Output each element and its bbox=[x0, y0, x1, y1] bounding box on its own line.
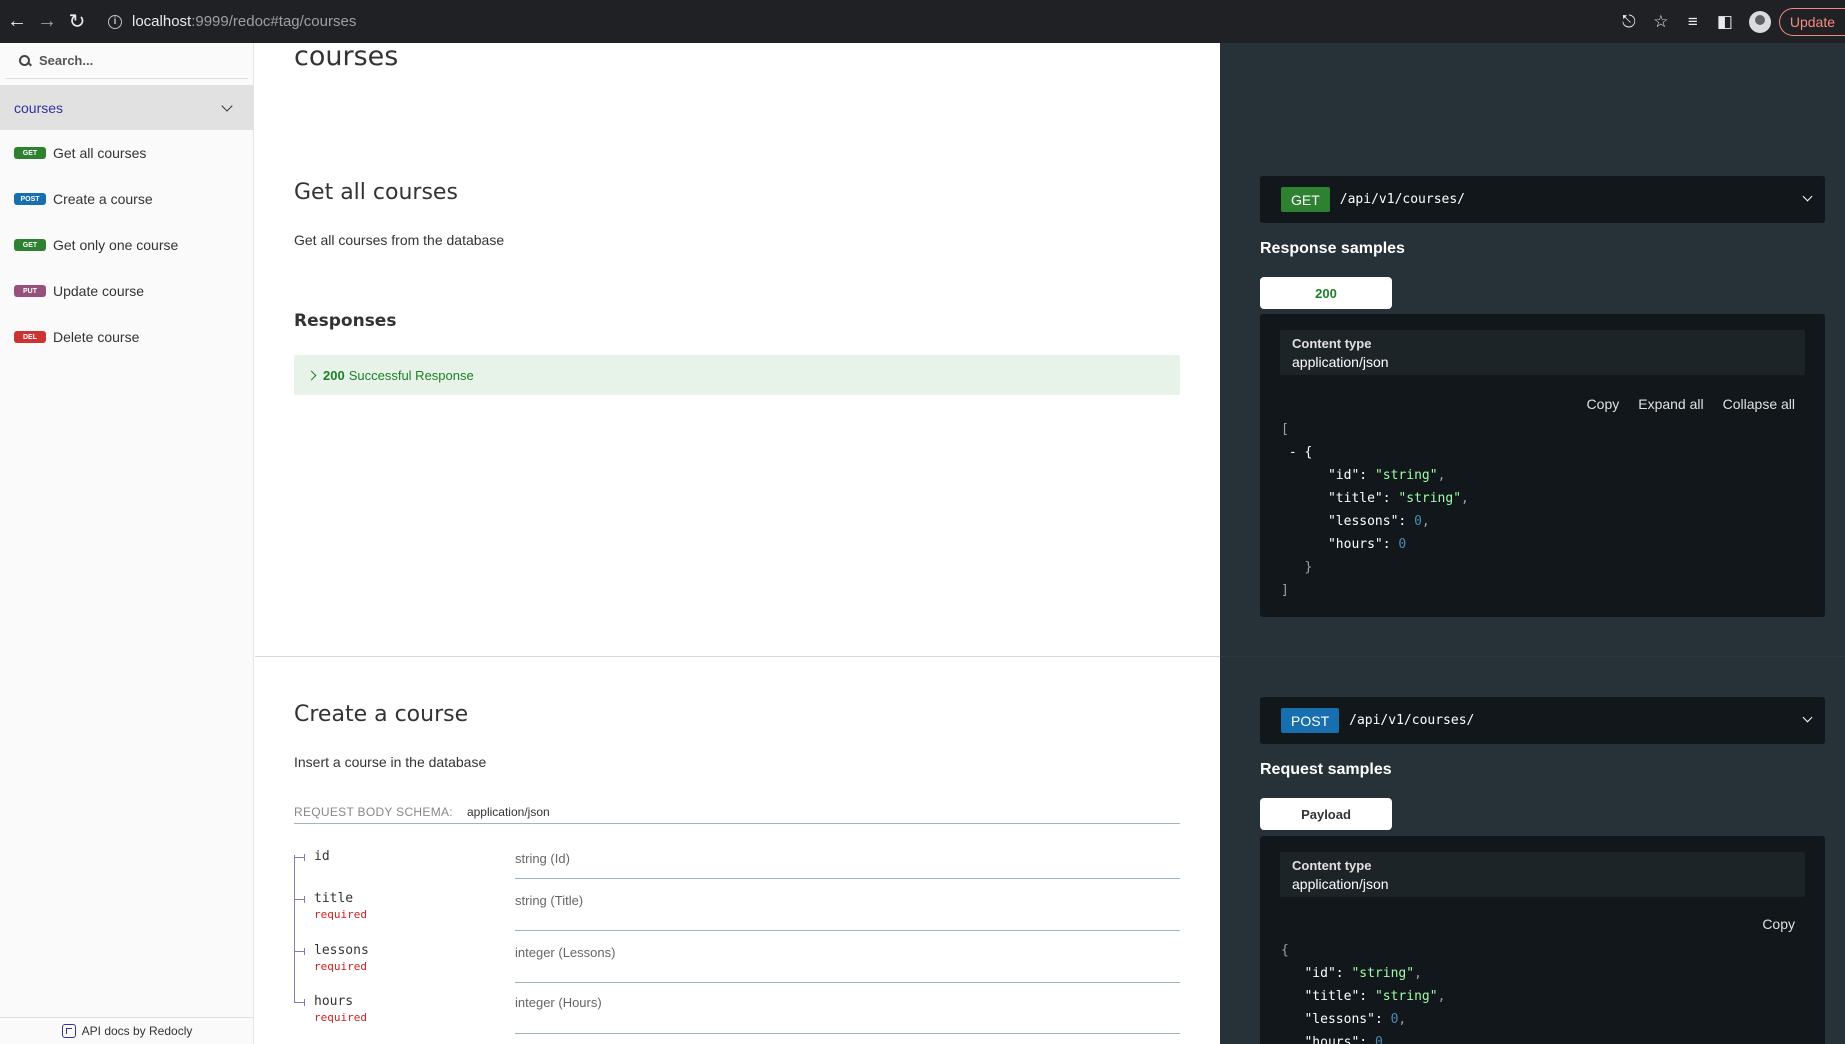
sidebar-item-label: Delete course bbox=[53, 329, 140, 345]
collapse-toggle[interactable]: - { bbox=[1289, 445, 1312, 460]
response-sample-box: Content type application/json Copy Expan… bbox=[1260, 314, 1825, 617]
page-title: courses bbox=[294, 41, 399, 72]
response-samples-title: Response samples bbox=[1260, 240, 1405, 257]
content-type-value: application/json bbox=[1292, 354, 1389, 370]
responses-heading: Responses bbox=[294, 311, 397, 331]
property-type: integer (Lessons) bbox=[515, 945, 616, 960]
redocly-link[interactable]: API docs by Redocly bbox=[0, 1017, 254, 1044]
url-host: localhost bbox=[132, 13, 192, 30]
sidebar-item-label: Create a course bbox=[53, 191, 153, 207]
chevron-down-icon bbox=[1802, 712, 1813, 723]
side-panel-icon[interactable]: ◧ bbox=[1709, 6, 1741, 38]
tab-response-200[interactable]: 200 bbox=[1260, 277, 1392, 309]
redocly-footer-text: API docs by Redocly bbox=[81, 1024, 193, 1038]
property-required: required bbox=[314, 960, 367, 973]
share-icon[interactable]: ⎋ bbox=[1613, 6, 1645, 38]
forward-arrow-icon[interactable]: → bbox=[34, 9, 60, 35]
back-arrow-icon[interactable]: ← bbox=[4, 9, 30, 35]
code-actions: Copy bbox=[1743, 916, 1795, 932]
schema-property-hours: hours required integer (Hours) bbox=[294, 992, 1180, 1044]
property-name: hours bbox=[314, 994, 354, 1009]
method-badge: DEL bbox=[14, 331, 46, 343]
property-name: title bbox=[314, 891, 354, 906]
request-samples-title: Request samples bbox=[1260, 761, 1392, 778]
op-description-get-all: Get all courses from the database bbox=[294, 232, 505, 248]
content-type-label: Content type bbox=[1292, 336, 1372, 351]
method-badge: PUT bbox=[14, 285, 46, 297]
sidebar: courses GET Get all courses POST Create … bbox=[0, 43, 254, 1044]
reload-icon[interactable]: ↻ bbox=[64, 9, 90, 35]
copy-button[interactable]: Copy bbox=[1762, 916, 1795, 932]
content-type-selector[interactable]: Content type application/json bbox=[1280, 852, 1805, 897]
schema-label: REQUEST BODY SCHEMA: bbox=[294, 805, 453, 819]
schema-property-title: title required string (Title) bbox=[294, 888, 1180, 940]
tab-payload[interactable]: Payload bbox=[1260, 798, 1392, 830]
response-200-toggle[interactable]: 200 Successful Response bbox=[294, 355, 1180, 395]
browser-toolbar: ← → ↻ i localhost:9999/redoc#tag/courses… bbox=[0, 0, 1845, 43]
endpoint-path: /api/v1/courses/ bbox=[1349, 713, 1475, 728]
sidebar-item-label: Get all courses bbox=[53, 145, 147, 161]
content-type-label: Content type bbox=[1292, 858, 1372, 873]
endpoint-path: /api/v1/courses/ bbox=[1339, 192, 1466, 207]
sidebar-item-get-all-courses[interactable]: GET Get all courses bbox=[0, 130, 253, 176]
profile-avatar[interactable] bbox=[1748, 10, 1771, 33]
response-code: 200 bbox=[323, 367, 345, 383]
sidebar-item-label: Get only one course bbox=[53, 237, 179, 253]
section-divider-dark bbox=[1220, 656, 1845, 657]
url-path: :9999/redoc#tag/courses bbox=[191, 13, 357, 30]
request-json-code: { "id": "string", "title": "string", "le… bbox=[1281, 943, 1446, 1044]
chevron-down-icon bbox=[221, 99, 233, 112]
redocly-logo-icon bbox=[61, 1024, 76, 1038]
op-description-create: Insert a course in the database bbox=[294, 754, 487, 770]
sidebar-tag-label: courses bbox=[14, 99, 64, 116]
method-badge: GET bbox=[14, 147, 46, 159]
property-type: string (Title) bbox=[515, 893, 584, 908]
sidebar-item-update-course[interactable]: PUT Update course bbox=[0, 268, 253, 314]
site-info-icon[interactable]: i bbox=[108, 14, 122, 29]
chevron-down-icon bbox=[1802, 191, 1813, 202]
update-button[interactable]: Update bbox=[1778, 7, 1845, 36]
collapse-all-button[interactable]: Collapse all bbox=[1723, 396, 1795, 412]
endpoint-create-course[interactable]: POST /api/v1/courses/ bbox=[1260, 697, 1825, 744]
bookmark-star-icon[interactable]: ☆ bbox=[1645, 6, 1677, 38]
sidebar-tag-courses[interactable]: courses bbox=[0, 85, 253, 130]
reading-list-icon[interactable]: ≡ bbox=[1677, 6, 1709, 38]
sidebar-item-label: Update course bbox=[53, 283, 145, 299]
endpoint-method: POST bbox=[1281, 708, 1340, 733]
response-json-code: [ - { "id": "string", "title": "string",… bbox=[1281, 422, 1469, 598]
search-input[interactable] bbox=[39, 53, 239, 68]
endpoint-method: GET bbox=[1281, 187, 1330, 212]
copy-button[interactable]: Copy bbox=[1587, 396, 1620, 412]
address-bar[interactable]: i localhost:9999/redoc#tag/courses bbox=[108, 13, 356, 30]
sidebar-item-delete-course[interactable]: DEL Delete course bbox=[0, 314, 253, 360]
method-badge: GET bbox=[14, 239, 46, 251]
content-type-value: application/json bbox=[1292, 876, 1389, 892]
content-type-selector[interactable]: Content type application/json bbox=[1280, 330, 1805, 375]
op-title-get-all: Get all courses bbox=[294, 180, 458, 205]
expand-all-button[interactable]: Expand all bbox=[1638, 396, 1703, 412]
property-required: required bbox=[314, 1011, 367, 1024]
schema-property-lessons: lessons required integer (Lessons) bbox=[294, 940, 1180, 992]
property-type: integer (Hours) bbox=[515, 995, 602, 1010]
request-body-schema-header: REQUEST BODY SCHEMA: application/json bbox=[294, 805, 1180, 824]
search-box bbox=[5, 43, 248, 79]
code-actions: Copy Expand all Collapse all bbox=[1568, 396, 1795, 412]
endpoint-get-all-courses[interactable]: GET /api/v1/courses/ bbox=[1260, 176, 1825, 223]
property-name: id bbox=[314, 849, 330, 864]
sidebar-item-create-course[interactable]: POST Create a course bbox=[0, 176, 253, 222]
op-title-create: Create a course bbox=[294, 702, 469, 727]
property-name: lessons bbox=[314, 943, 369, 958]
sidebar-item-get-one-course[interactable]: GET Get only one course bbox=[0, 222, 253, 268]
search-icon bbox=[19, 54, 31, 67]
schema-media-type: application/json bbox=[466, 805, 550, 819]
request-sample-box: Content type application/json Copy { "id… bbox=[1260, 836, 1825, 1044]
chevron-right-icon bbox=[306, 370, 317, 380]
method-badge: POST bbox=[14, 193, 46, 205]
response-label: Successful Response bbox=[348, 367, 474, 383]
property-type: string (Id) bbox=[515, 851, 570, 866]
property-required: required bbox=[314, 908, 367, 921]
